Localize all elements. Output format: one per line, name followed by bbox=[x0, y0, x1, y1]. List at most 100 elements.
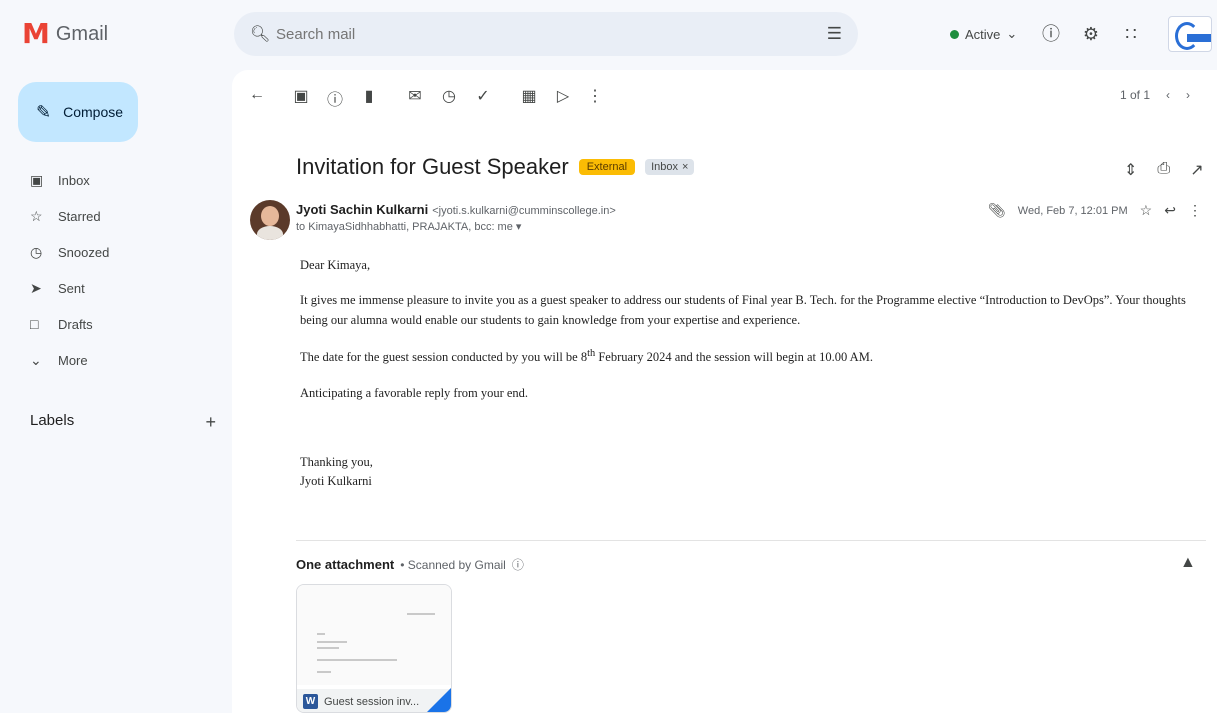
attachment-preview bbox=[297, 585, 451, 685]
sender-email: <jyoti.s.kulkarni@cumminscollege.in> bbox=[432, 205, 616, 217]
sidebar-item-label: Inbox bbox=[58, 172, 90, 188]
inbox-label-text: Inbox bbox=[651, 161, 678, 173]
expand-all-icon[interactable]: ⇕ bbox=[1124, 160, 1137, 180]
subject-row: Invitation for Guest Speaker External In… bbox=[296, 154, 695, 180]
paragraph-1: It gives me immense pleasure to invite y… bbox=[300, 293, 1186, 327]
labels-section: Labels + bbox=[30, 412, 216, 433]
closing: Thanking you, bbox=[300, 455, 373, 470]
snooze-icon[interactable]: ◷ bbox=[438, 86, 460, 106]
attachment-header: One attachment • Scanned by Gmail ⓘ bbox=[296, 556, 524, 573]
compose-button[interactable]: ✎ Compose bbox=[18, 82, 138, 142]
more-vert-icon[interactable]: ⋮ bbox=[584, 86, 606, 106]
sidebar-item-label: Drafts bbox=[58, 316, 93, 332]
status-dot-icon bbox=[950, 29, 959, 39]
email-date: Wed, Feb 7, 12:01 PM bbox=[1017, 204, 1128, 217]
recipients-expand-icon[interactable]: ▾ bbox=[516, 221, 522, 233]
message-toolbar: ← ▣ ⓘ ▮ ✉ ◷ ✓ ▦ ▷ ⋮ 1 of 1 ‹ › bbox=[232, 70, 1217, 126]
sender-avatar[interactable] bbox=[250, 200, 290, 240]
signoff: Thanking you, Jyoti Kulkarni bbox=[300, 453, 1210, 492]
paragraph-2-end: February 2024 and the session will begin… bbox=[595, 350, 873, 365]
sidebar-nav: ▣ Inbox ☆ Starred ◷ Snoozed ➤ Sent □ Dra… bbox=[0, 168, 220, 384]
sidebar-item-label: Sent bbox=[58, 280, 85, 296]
status-label: Active bbox=[965, 26, 1001, 42]
gmail-logo[interactable]: M Gmail bbox=[22, 20, 108, 48]
sidebar-item-label: More bbox=[58, 352, 88, 368]
settings-icon[interactable]: ⚙ bbox=[1080, 20, 1102, 48]
reply-icon[interactable]: ↩ bbox=[1164, 202, 1176, 219]
app-name: Gmail bbox=[55, 22, 109, 45]
attachment-indicator-icon: 📎︎ bbox=[988, 202, 1006, 218]
sidebar-item-drafts[interactable]: □ Drafts bbox=[0, 312, 220, 336]
pencil-icon: ✎ bbox=[36, 101, 52, 122]
back-arrow-icon[interactable]: ← bbox=[246, 86, 268, 104]
sidebar-item-starred[interactable]: ☆ Starred bbox=[0, 204, 220, 228]
ordinal-suffix: th bbox=[587, 348, 596, 360]
open-new-window-icon[interactable]: ↗ bbox=[1190, 160, 1203, 180]
pager: 1 of 1 ‹ › bbox=[1120, 88, 1190, 102]
close-icon[interactable]: × bbox=[682, 161, 688, 173]
add-label-icon[interactable]: + bbox=[205, 412, 216, 433]
search-input[interactable] bbox=[276, 25, 827, 43]
email-body: Dear Kimaya, It gives me immense pleasur… bbox=[300, 256, 1210, 508]
attachment-filename: Guest session inv... bbox=[324, 695, 420, 708]
top-icons: ⓘ ⚙ ∷ bbox=[1040, 20, 1142, 48]
label-icon[interactable]: ▷ bbox=[552, 86, 574, 106]
add-task-icon[interactable]: ✓ bbox=[472, 86, 494, 106]
chevron-down-icon: ⌄ bbox=[30, 351, 42, 368]
search-options-icon[interactable]: ☰ bbox=[827, 24, 842, 44]
top-bar: M Gmail 🔍︎ ☰ Active ⌄ ⓘ ⚙ ∷ bbox=[0, 0, 1217, 70]
sidebar-item-more[interactable]: ⌄ More bbox=[0, 348, 220, 372]
attachment-divider bbox=[296, 540, 1206, 541]
page-fold-icon bbox=[427, 688, 451, 712]
chevron-down-icon: ⌄ bbox=[1006, 26, 1018, 41]
sender-name[interactable]: Jyoti Sachin Kulkarni bbox=[296, 202, 428, 217]
gmail-m-icon: M bbox=[22, 17, 50, 50]
star-icon[interactable]: ☆ bbox=[1140, 202, 1153, 219]
report-spam-icon[interactable]: ⓘ bbox=[324, 86, 346, 110]
inbox-label-chip[interactable]: Inbox × bbox=[645, 159, 695, 175]
apps-grid-icon[interactable]: ∷ bbox=[1120, 20, 1142, 48]
compose-label: Compose bbox=[63, 104, 124, 120]
labels-heading: Labels bbox=[30, 412, 75, 429]
pager-count: 1 of 1 bbox=[1120, 88, 1151, 102]
scan-status: • Scanned by Gmail bbox=[400, 557, 506, 572]
email-subject: Invitation for Guest Speaker bbox=[296, 154, 569, 179]
chevron-right-icon[interactable]: › bbox=[1186, 88, 1190, 102]
sender-line: Jyoti Sachin Kulkarni <jyoti.s.kulkarni@… bbox=[296, 202, 616, 217]
draft-icon: □ bbox=[30, 316, 39, 332]
search-bar[interactable]: 🔍︎ ☰ bbox=[234, 12, 858, 56]
archive-icon[interactable]: ▣ bbox=[290, 86, 312, 106]
mark-unread-icon[interactable]: ✉ bbox=[404, 86, 426, 106]
sidebar-item-inbox[interactable]: ▣ Inbox bbox=[0, 168, 220, 192]
signature: Jyoti Kulkarni bbox=[300, 474, 372, 489]
move-to-icon[interactable]: ▦ bbox=[518, 86, 540, 106]
chevron-left-icon[interactable]: ‹ bbox=[1166, 88, 1170, 102]
status-toggle[interactable]: Active ⌄ bbox=[940, 20, 1027, 48]
inbox-icon: ▣ bbox=[30, 171, 44, 188]
subject-actions: ⇕ ⎙ ↗ bbox=[1124, 160, 1204, 180]
paragraph-2: The date for the guest session conducted… bbox=[300, 346, 1210, 368]
clock-icon: ◷ bbox=[30, 243, 43, 260]
attachment-count: One attachment bbox=[296, 557, 395, 572]
message-pane: ← ▣ ⓘ ▮ ✉ ◷ ✓ ▦ ▷ ⋮ 1 of 1 ‹ › Invitatio… bbox=[232, 70, 1217, 713]
info-icon[interactable]: ⓘ bbox=[512, 556, 524, 573]
attachment-card[interactable]: W Guest session inv... bbox=[296, 584, 452, 713]
delete-icon[interactable]: ▮ bbox=[358, 86, 380, 106]
word-doc-icon: W bbox=[303, 694, 318, 709]
help-icon[interactable]: ⓘ bbox=[1040, 20, 1062, 48]
recipients-text: to KimayaSidhhabhatti, PRAJAKTA, bcc: me bbox=[296, 221, 513, 233]
sidebar-item-snoozed[interactable]: ◷ Snoozed bbox=[0, 240, 220, 264]
sidebar-item-label: Starred bbox=[58, 208, 101, 224]
greeting: Dear Kimaya, bbox=[300, 258, 371, 272]
send-icon: ➤ bbox=[30, 279, 42, 296]
sidebar-item-label: Snoozed bbox=[58, 244, 110, 260]
external-badge: External bbox=[578, 159, 636, 175]
message-meta: 📎︎ Wed, Feb 7, 12:01 PM ☆ ↩ ⋮ bbox=[988, 202, 1202, 219]
more-vert-icon[interactable]: ⋮ bbox=[1188, 202, 1202, 219]
print-icon[interactable]: ⎙ bbox=[1157, 160, 1170, 180]
recipients-line[interactable]: to KimayaSidhhabhatti, PRAJAKTA, bcc: me… bbox=[296, 220, 521, 233]
account-avatar[interactable] bbox=[1168, 16, 1212, 52]
add-to-drive-icon[interactable]: ▲ bbox=[1180, 554, 1196, 572]
search-icon[interactable]: 🔍︎ bbox=[250, 24, 272, 44]
sidebar-item-sent[interactable]: ➤ Sent bbox=[0, 276, 220, 300]
